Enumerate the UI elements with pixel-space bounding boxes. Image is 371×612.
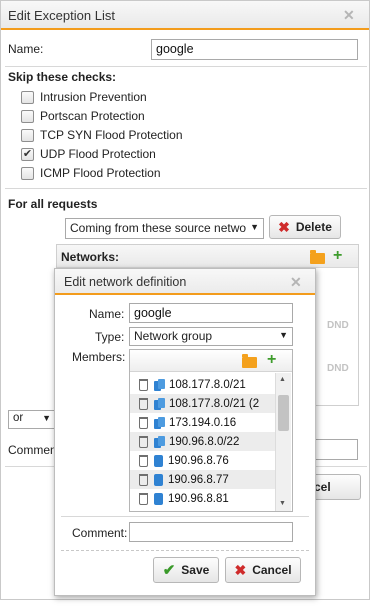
dialog-title-bar[interactable]: Edit network definition ✕ <box>55 269 315 295</box>
host-icon <box>154 473 163 486</box>
add-icon[interactable]: + <box>267 352 276 368</box>
checkbox-label: ICMP Flood Protection <box>40 166 161 180</box>
edit-network-definition-dialog: Edit network definition ✕ Name: google T… <box>54 268 316 596</box>
divider <box>61 550 309 551</box>
network-group-icon <box>154 416 165 429</box>
trash-icon[interactable] <box>139 473 148 486</box>
scroll-thumb[interactable] <box>278 395 289 431</box>
member-row[interactable]: 190.96.8.0/22 <box>130 432 276 451</box>
dialog-title-bar[interactable]: Edit Exception List ✕ <box>1 1 369 30</box>
checkbox[interactable] <box>21 129 34 142</box>
delete-button[interactable]: ✖ Delete <box>269 215 341 239</box>
checkbox-label: Intrusion Prevention <box>40 90 147 104</box>
member-label: 190.96.8.77 <box>168 473 229 486</box>
checkbox-label: UDP Flood Protection <box>40 147 156 161</box>
skip-checks-heading: Skip these checks: <box>8 70 117 84</box>
networks-header: Networks: + <box>57 245 358 268</box>
checkbox-label: Portscan Protection <box>40 109 145 123</box>
member-label: 190.96.8.0/22 <box>169 435 240 448</box>
divider <box>5 188 367 189</box>
close-icon[interactable]: ✕ <box>343 8 355 22</box>
dropdown-arrow-icon: ▼ <box>42 413 51 423</box>
trash-icon[interactable] <box>139 397 148 410</box>
folder-icon[interactable] <box>310 250 325 264</box>
network-group-icon <box>154 378 165 391</box>
member-row[interactable]: 108.177.8.0/21 (2 <box>130 394 276 413</box>
cancel-button-label: Cancel <box>252 563 292 577</box>
cancel-button[interactable]: ✖ Cancel <box>225 557 301 583</box>
operator-select[interactable]: or ▼ <box>8 410 56 429</box>
member-label: 173.194.0.16 <box>169 416 237 429</box>
dropdown-arrow-icon: ▼ <box>279 330 288 340</box>
trash-icon[interactable] <box>139 492 148 505</box>
type-select[interactable]: Network group ▼ <box>129 327 293 346</box>
divider <box>5 66 367 67</box>
dropdown-arrow-icon: ▼ <box>250 222 259 232</box>
scroll-down-icon[interactable]: ▼ <box>279 500 286 507</box>
name-label: Name: <box>89 307 125 321</box>
trash-icon[interactable] <box>139 378 148 391</box>
member-label: 190.96.8.76 <box>168 454 229 467</box>
save-button-label: Save <box>181 563 210 577</box>
condition-select[interactable]: Coming from these source netwo ▼ <box>65 218 264 239</box>
dialog-title: Edit network definition <box>64 275 187 289</box>
network-comment-input[interactable] <box>129 522 293 542</box>
for-all-requests-heading: For all requests <box>8 197 98 211</box>
divider <box>61 516 309 517</box>
trash-icon[interactable] <box>139 416 148 429</box>
host-icon <box>154 492 163 505</box>
checkbox[interactable] <box>21 91 34 104</box>
member-row[interactable]: 190.96.8.76 <box>130 451 276 470</box>
comment-label: Comment: <box>72 526 128 540</box>
members-scrollbar[interactable]: ▲ ▼ <box>275 373 291 511</box>
member-row[interactable]: 190.96.8.81 <box>130 489 276 508</box>
select-value: or <box>13 412 24 424</box>
trash-icon[interactable] <box>139 454 148 467</box>
delete-button-label: Delete <box>295 220 332 234</box>
close-icon[interactable]: ✕ <box>290 275 302 289</box>
network-name-input[interactable]: google <box>129 303 293 323</box>
member-row[interactable]: 173.194.0.16 <box>130 413 276 432</box>
member-label: 108.177.8.0/21 <box>169 378 246 391</box>
member-row[interactable]: 108.177.8.0/21 <box>130 375 276 394</box>
checkbox-label: TCP SYN Flood Protection <box>40 128 183 142</box>
folder-icon[interactable] <box>242 354 257 368</box>
host-icon <box>154 454 163 467</box>
member-label: 190.96.8.81 <box>168 492 229 505</box>
dnd-hint: DND <box>327 320 349 331</box>
members-toolbar: + <box>130 350 292 372</box>
delete-x-icon: ✖ <box>278 218 290 235</box>
members-rows: 108.177.8.0/21 108.177.8.0/21 (2 173.194… <box>130 375 276 508</box>
checkmark-icon: ✔ <box>162 562 176 579</box>
networks-label: Networks: <box>61 250 120 264</box>
checkbox[interactable] <box>21 110 34 123</box>
select-value: Coming from these source netwo <box>70 221 247 235</box>
network-group-icon <box>154 397 165 410</box>
members-label: Members: <box>72 350 126 364</box>
dnd-hint: DND <box>327 363 349 374</box>
name-label: Name: <box>8 42 44 56</box>
trash-icon[interactable] <box>139 435 148 448</box>
scroll-up-icon[interactable]: ▲ <box>279 376 286 383</box>
checkbox[interactable] <box>21 167 34 180</box>
name-input[interactable]: google <box>151 39 358 60</box>
network-group-icon <box>154 435 165 448</box>
select-value: Network group <box>134 329 213 343</box>
cancel-x-icon: ✖ <box>234 561 247 578</box>
comment-label: Comment <box>8 443 61 457</box>
checkbox-checked[interactable]: ✔ <box>21 148 34 161</box>
member-label: 108.177.8.0/21 (2 <box>169 397 260 410</box>
members-list[interactable]: + 108.177.8.0/21 108.177.8.0/21 (2 173.1… <box>129 349 293 512</box>
member-row[interactable]: 190.96.8.77 <box>130 470 276 489</box>
add-icon[interactable]: + <box>333 248 342 264</box>
save-button[interactable]: ✔ Save <box>153 557 219 583</box>
type-label: Type: <box>95 330 125 344</box>
dialog-title: Edit Exception List <box>8 8 115 23</box>
